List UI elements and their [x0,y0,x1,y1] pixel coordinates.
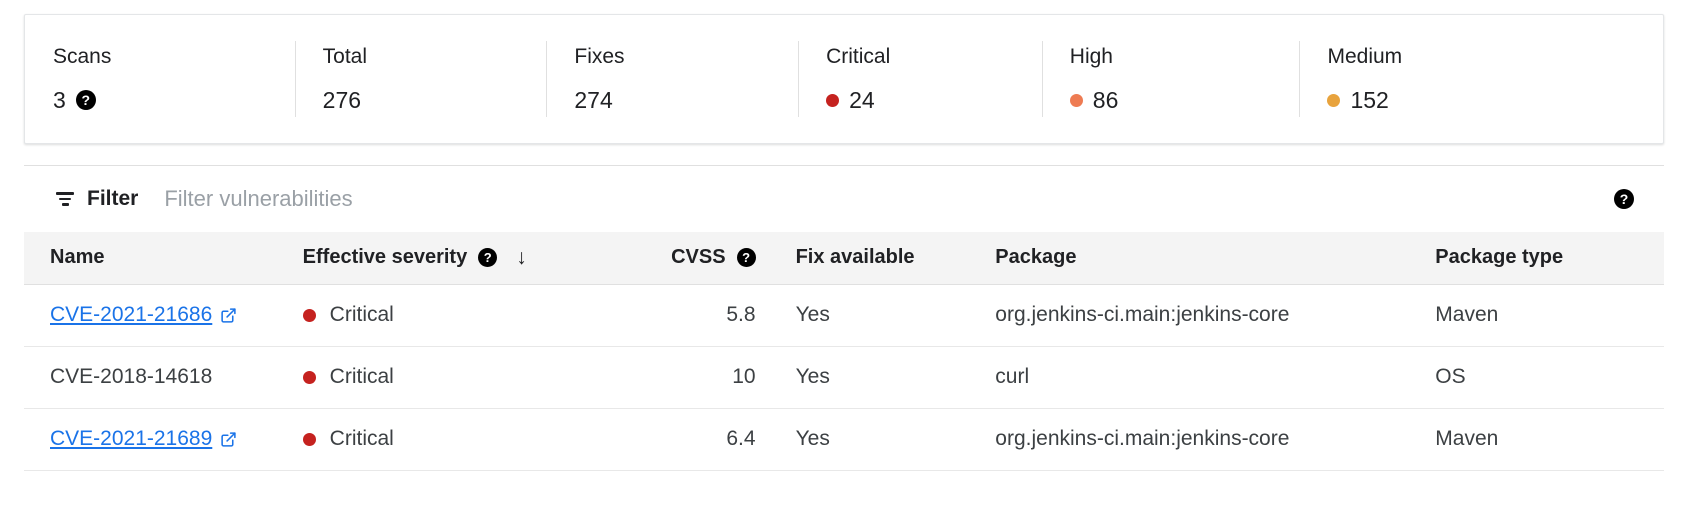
cell-name: CVE-2021-21686 [24,284,279,347]
column-header-package-label: Package [995,246,1077,269]
severity-dot-high [1069,93,1083,107]
stat-total: Total 276 [294,15,547,143]
summary-stats-card: Scans 3? Total 276 Fixes 274 Critical 24 High 86 M… [24,14,1664,144]
severity-badge: Critical [302,365,624,389]
stat-value-row: 3? [53,86,287,114]
vulnerabilities-table: Name Effective severity ? ↓ CVSS ? Fix a… [24,232,1664,471]
cell-package: org.jenkins-ci.main:jenkins-core [971,408,1410,471]
cve-link[interactable]: CVE-2021-21686 [50,303,237,327]
column-header-cvss-label: CVSS [671,246,726,269]
stat-value: 3 [53,87,66,113]
table-row[interactable]: CVE-2021-21689 Critical 6.4 Yes org.jenkins-… [24,408,1664,471]
stat-value: 152 [1350,87,1389,113]
cell-fix-available: Yes [767,346,972,409]
cell-cvss: 5.8 [624,284,768,347]
stat-medium: Medium 152 [1299,15,1663,143]
cell-package-type: Maven [1409,284,1664,347]
stat-label: High [1069,45,1113,68]
stat-value-row: 152 [1327,86,1655,114]
table-header: Name Effective severity ? ↓ CVSS ? Fix a… [24,232,1664,285]
stat-scans: Scans 3? [25,15,295,143]
stat-label: Critical [826,45,891,68]
column-header-fix-available[interactable]: Fix available [767,232,972,285]
severity-label: Critical [329,365,394,388]
stat-label: Medium [1327,45,1403,68]
cell-effective-severity: Critical [278,284,625,347]
stat-value: 24 [849,87,875,113]
severity-dot-critical [826,93,840,107]
help-icon[interactable]: ? [478,248,498,268]
severity-dot [302,308,316,322]
cell-package: curl [971,346,1410,409]
filter-button[interactable]: Filter [54,187,138,211]
cve-label: CVE-2018-14618 [50,365,213,388]
table-row[interactable]: CVE-2018-14618 Critical 10 Yes curl OS [24,346,1664,409]
stat-value: 274 [574,87,613,113]
cell-name: CVE-2018-14618 [24,346,279,409]
help-icon[interactable]: ? [736,248,756,268]
cell-fix-available: Yes [767,408,972,471]
cell-effective-severity: Critical [278,346,625,409]
table-body: CVE-2021-21686 Critical 5.8 Yes org.jenkins-… [24,284,1664,471]
cell-name: CVE-2021-21689 [24,408,279,471]
stat-label: Fixes [574,45,625,68]
external-link-icon [220,431,237,448]
severity-dot [302,370,316,384]
column-header-name-label: Name [50,246,105,269]
column-header-effective-severity[interactable]: Effective severity ? ↓ [278,232,625,285]
cell-cvss: 6.4 [624,408,768,471]
severity-badge: Critical [302,303,624,327]
stat-value-row: 86 [1069,86,1292,114]
stat-critical: Critical 24 [798,15,1042,143]
column-header-name[interactable]: Name [24,232,279,285]
stat-value: 276 [322,87,362,113]
stat-value: 86 [1092,87,1119,113]
external-link-icon [220,307,237,324]
severity-dot-medium [1327,93,1341,107]
cell-effective-severity: Critical [278,408,625,471]
stat-fixes: Fixes 274 [546,15,798,143]
severity-label: Critical [329,303,394,326]
cve-link-label: CVE-2021-21686 [50,303,213,326]
severity-dot [302,432,316,446]
column-header-package-type-label: Package type [1435,246,1564,269]
cell-fix-available: Yes [767,284,972,347]
help-icon[interactable]: ? [1614,189,1634,209]
column-header-cvss[interactable]: CVSS ? [624,232,768,285]
cell-package: org.jenkins-ci.main:jenkins-core [971,284,1410,347]
stat-high: High 86 [1041,15,1300,143]
stat-value-row: 24 [826,86,1034,114]
vulnerability-scan-page: Scans 3? Total 276 Fixes 274 Critical 24 High 86 M… [0,0,1688,516]
column-header-package-type[interactable]: Package type [1409,232,1664,285]
cve-link[interactable]: CVE-2021-21689 [50,427,237,451]
cell-package-type: Maven [1409,408,1664,471]
filter-vulnerabilities-input[interactable] [164,186,1614,212]
stat-value-row: 276 [323,86,539,114]
severity-label: Critical [329,427,394,450]
stat-value-row: 274 [574,86,790,114]
severity-badge: Critical [302,427,624,451]
column-header-fix-available-label: Fix available [795,246,915,269]
table-row[interactable]: CVE-2021-21686 Critical 5.8 Yes org.jenkins-… [24,284,1664,347]
cell-cvss: 10 [624,346,768,409]
help-icon[interactable]: ? [75,90,96,110]
column-header-package[interactable]: Package [971,232,1410,285]
cell-package-type: OS [1409,346,1664,409]
filter-help-wrapper: ? [1614,189,1634,209]
stat-label: Scans [53,45,112,68]
filter-bar: Filter ? [24,166,1664,232]
filter-icon [54,188,76,210]
filter-button-label: Filter [87,187,139,210]
sort-descending-icon[interactable]: ↓ [516,247,527,268]
column-header-effective-severity-label: Effective severity [302,246,468,269]
stat-label: Total [322,45,368,68]
cve-link-label: CVE-2021-21689 [50,427,213,450]
table-header-row: Name Effective severity ? ↓ CVSS ? Fix a… [24,232,1664,285]
